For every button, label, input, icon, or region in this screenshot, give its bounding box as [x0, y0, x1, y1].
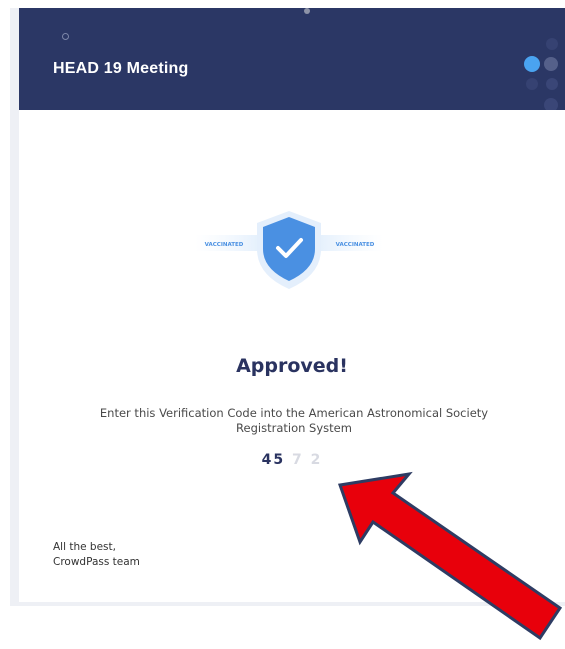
header-dot: [304, 8, 310, 14]
badge-right-label: VACCINATED: [336, 242, 375, 248]
vaccinated-badge: VACCINATED VACCINATED: [195, 211, 383, 289]
header-ring-icon: [62, 33, 69, 40]
shield-check-icon: [257, 211, 321, 289]
email-card: HEAD 19 Meeting VACCINATED VACCINATED Ap…: [19, 8, 565, 602]
signoff-sender: CrowdPass team: [53, 556, 140, 568]
status-heading: Approved!: [236, 355, 348, 377]
instruction-line: Enter this Verification Code into the Am…: [99, 406, 489, 420]
badge-left-label: VACCINATED: [205, 242, 244, 248]
verification-instructions: Enter this Verification Code into the Am…: [79, 406, 509, 436]
header-title: HEAD 19 Meeting: [53, 60, 189, 77]
signoff: All the best, CrowdPass team: [53, 540, 140, 570]
page: HEAD 19 Meeting VACCINATED VACCINATED Ap…: [0, 0, 565, 649]
code-redaction: [287, 453, 333, 469]
email-header: HEAD 19 Meeting: [19, 8, 565, 110]
instruction-line: Registration System: [236, 421, 352, 435]
signoff-line: All the best,: [53, 541, 116, 553]
